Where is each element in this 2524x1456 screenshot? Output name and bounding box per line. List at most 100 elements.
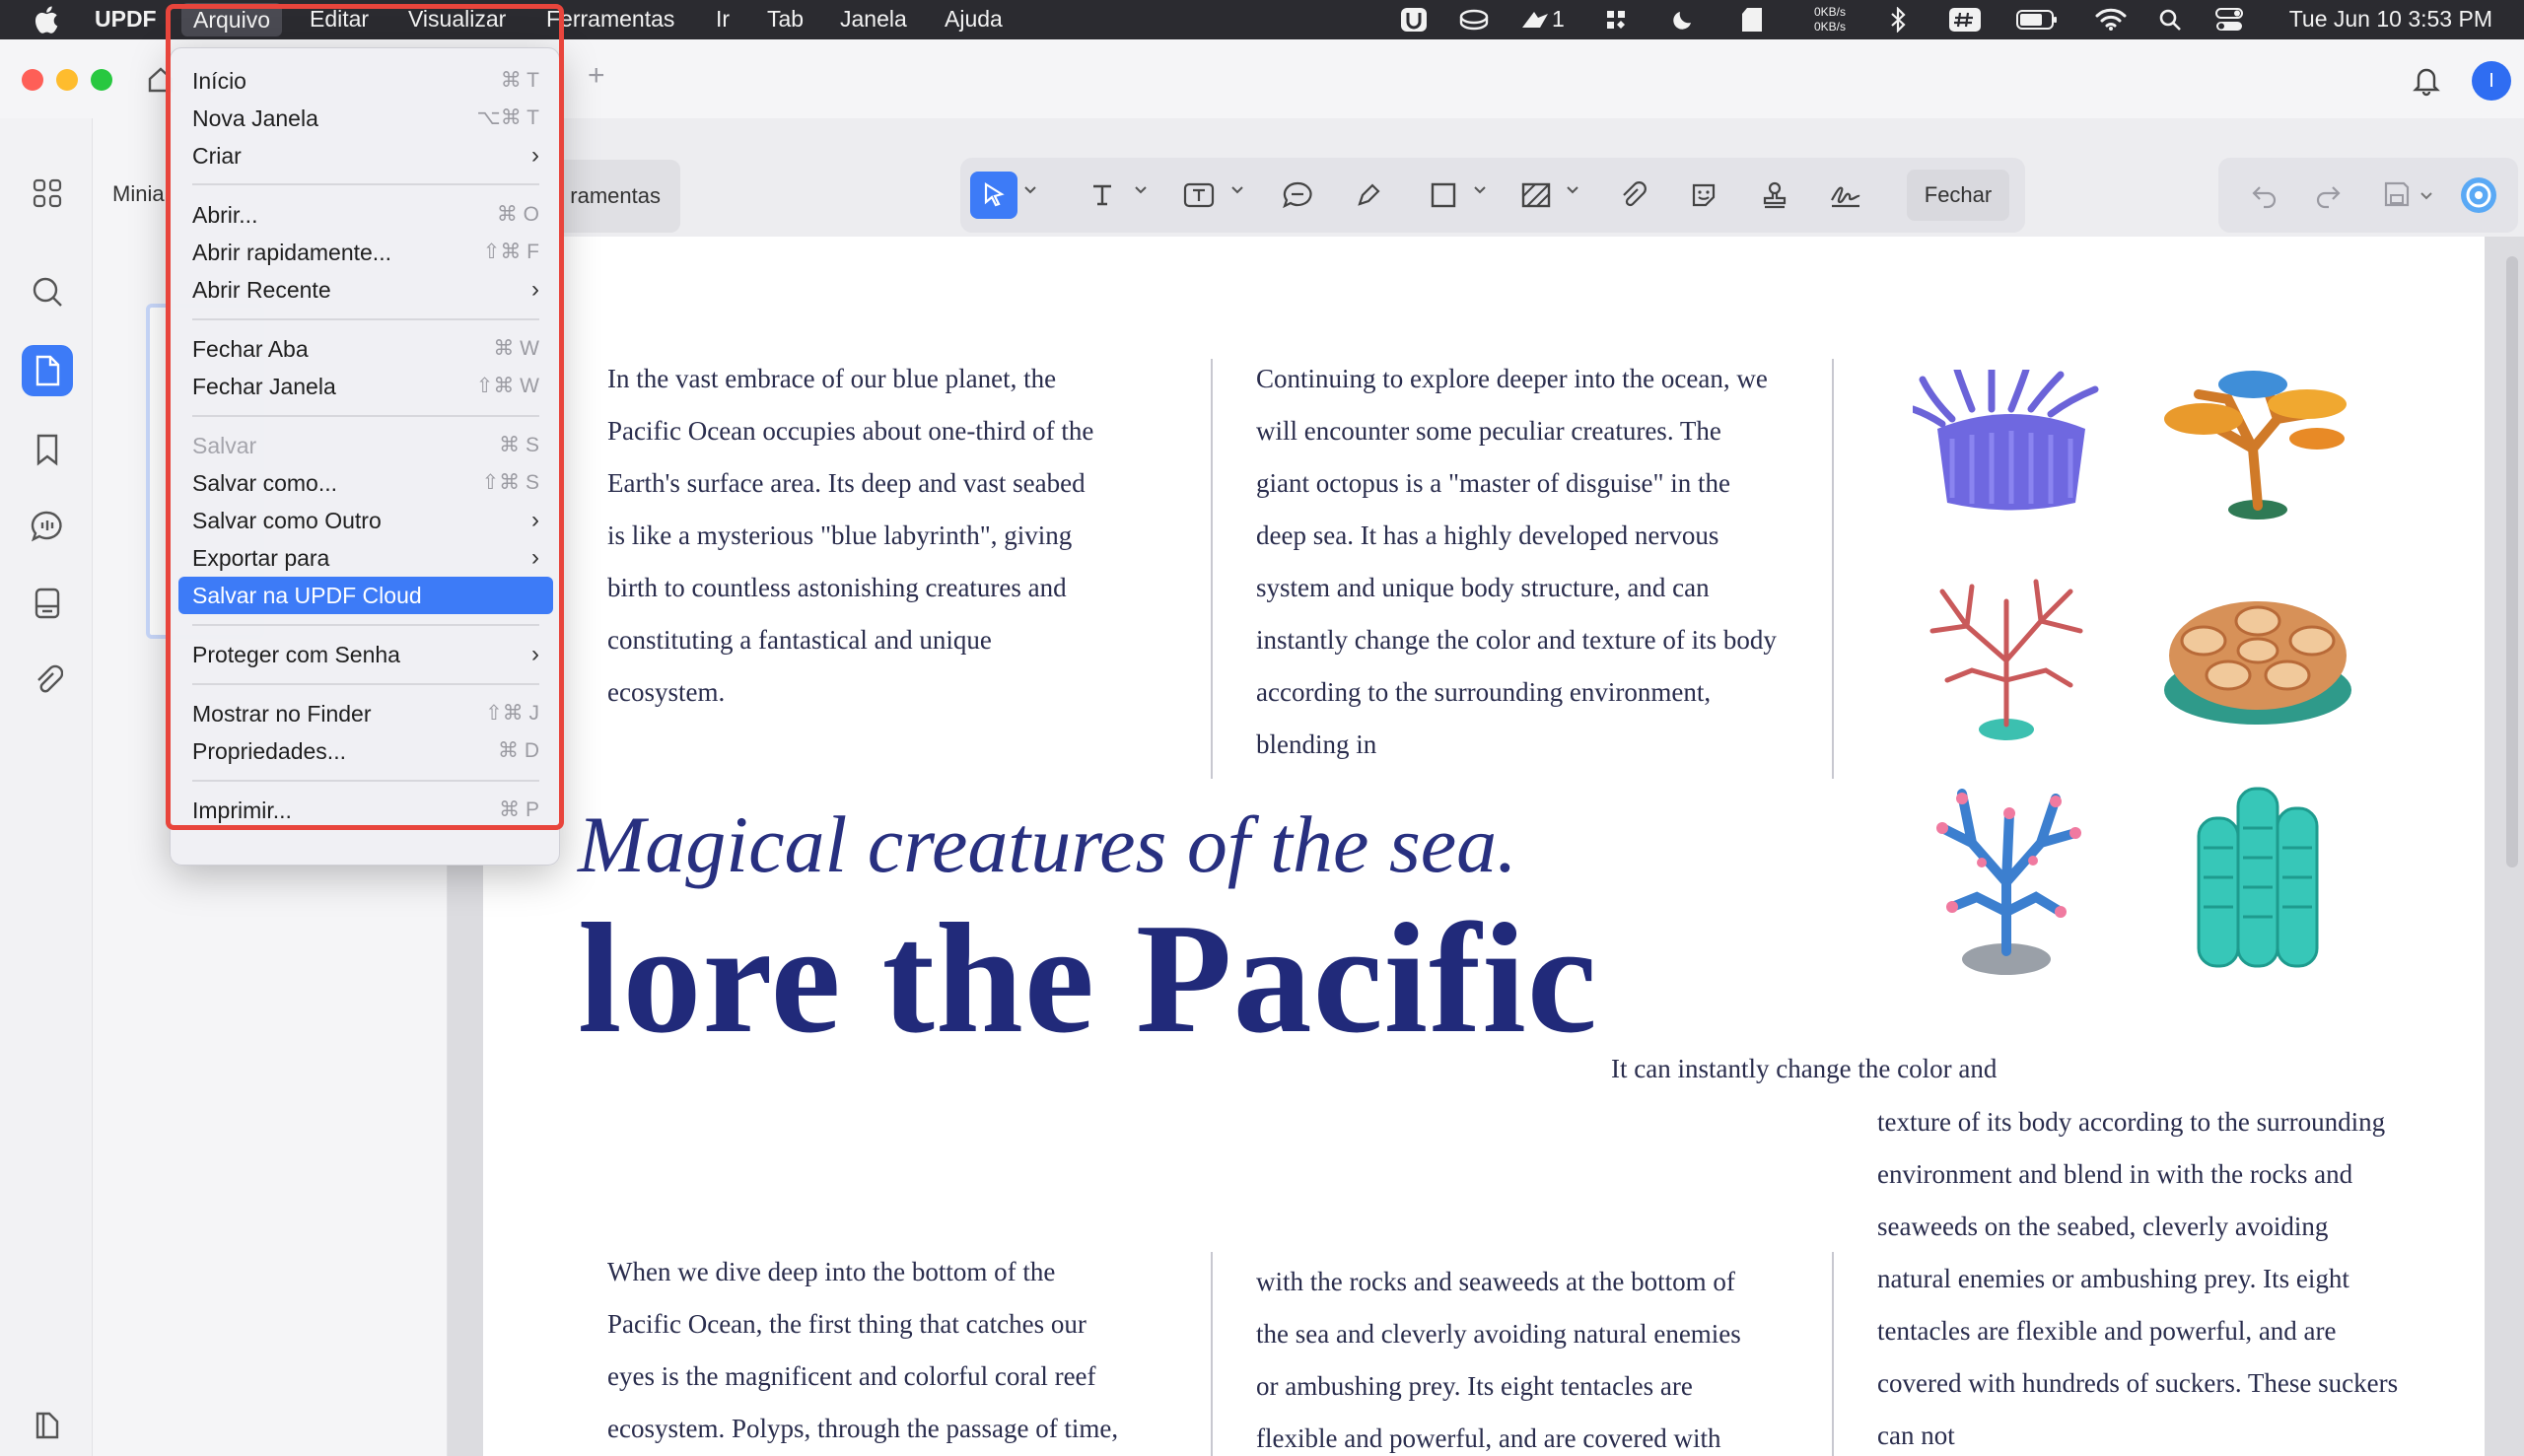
rail-bookmarks-button[interactable] (22, 424, 73, 475)
rail-organize-button[interactable] (22, 578, 73, 629)
chevron-right-icon: › (531, 641, 539, 667)
chevron-down-icon[interactable] (1473, 183, 1487, 197)
updf-status-icon[interactable] (1398, 7, 1430, 33)
save-icon[interactable] (2382, 179, 2412, 209)
menu-editar[interactable]: Editar (310, 6, 369, 33)
spotlight-search-icon[interactable] (2155, 7, 2185, 33)
coral-anemone-image (1913, 370, 2099, 511)
menu-ajuda[interactable]: Ajuda (945, 6, 1003, 33)
coral-cup-image (2164, 601, 2351, 725)
menu-item-abrir-recente[interactable]: Abrir Recente › (178, 271, 553, 309)
menu-separator (192, 318, 539, 320)
paperclip-icon (37, 664, 63, 693)
text-column-1-bottom: When we dive deep into the bottom of the… (607, 1257, 1119, 1443)
menu-arquivo[interactable]: Arquivo (181, 3, 282, 36)
menu-item-imprimir[interactable]: Imprimir... ⌘ P (178, 792, 553, 829)
battery-icon[interactable] (2015, 7, 2059, 33)
menu-item-criar[interactable]: Criar › (178, 137, 553, 174)
rail-comments-button[interactable] (22, 501, 73, 552)
tools-tab[interactable]: ramentas (542, 160, 680, 233)
sticker-tool[interactable] (1680, 172, 1727, 219)
pencil-tool[interactable] (1345, 172, 1392, 219)
chevron-right-icon: › (531, 507, 539, 533)
menu-janela[interactable]: Janela (840, 6, 907, 33)
menu-item-mostrar-no-finder[interactable]: Mostrar no Finder ⇧⌘ J (178, 695, 553, 732)
drive-status-icon[interactable] (1457, 7, 1491, 33)
speech-bubble-icon (1283, 181, 1312, 209)
menu-visualizar[interactable]: Visualizar (408, 6, 506, 33)
rail-thumbnails-button[interactable] (22, 345, 73, 396)
column-divider (1832, 1252, 1834, 1456)
menu-ir[interactable]: Ir (716, 6, 730, 33)
ai-assistant-icon[interactable] (2459, 175, 2498, 215)
history-toolbar (2218, 158, 2518, 233)
updf-window: + I Minia ramentas Fechar In the vast em… (0, 39, 2524, 1456)
zoom-window-button[interactable] (91, 69, 112, 91)
redo-icon[interactable] (2313, 181, 2343, 209)
grid-status-icon[interactable] (1599, 7, 1633, 33)
menu-item-fechar-janela[interactable]: Fechar Janela ⇧⌘ W (178, 368, 553, 405)
control-center-icon[interactable] (2212, 7, 2246, 33)
apple-icon[interactable] (32, 4, 59, 35)
menu-ferramentas[interactable]: Ferramentas (546, 6, 674, 33)
undo-icon[interactable] (2250, 181, 2279, 209)
rail-search-button[interactable] (22, 266, 73, 317)
chevron-down-icon[interactable] (2419, 189, 2433, 203)
menu-separator (192, 624, 539, 626)
chevron-right-icon: › (531, 142, 539, 169)
menu-item-proteger-com-senha[interactable]: Proteger com Senha › (178, 636, 553, 673)
sd-card-status-icon[interactable] (1737, 7, 1767, 33)
hashtag-status-icon[interactable] (1946, 7, 1984, 33)
column-divider (1832, 359, 1834, 779)
rail-apps-button[interactable] (22, 168, 73, 219)
chevron-down-icon[interactable] (1566, 183, 1579, 197)
new-tab-button[interactable]: + (588, 59, 605, 93)
text-t-icon (1093, 184, 1111, 206)
vertical-scrollbar[interactable] (2506, 256, 2518, 867)
menu-item-salvar-na-updf-cloud[interactable]: Salvar na UPDF Cloud (178, 577, 553, 614)
menu-item-abrir-rapidamente[interactable]: Abrir rapidamente... ⇧⌘ F (178, 234, 553, 271)
menu-item-salvar-como-outro[interactable]: Salvar como Outro › (178, 502, 553, 539)
moon-status-icon[interactable] (1666, 7, 1700, 33)
chevron-down-icon[interactable] (1134, 183, 1148, 197)
menu-item-abrir[interactable]: Abrir... ⌘ O (178, 196, 553, 234)
chevron-down-icon[interactable] (1023, 183, 1037, 197)
textbox-tool[interactable] (1175, 172, 1223, 219)
close-window-button[interactable] (22, 69, 43, 91)
menubar-clock[interactable]: Tue Jun 10 3:53 PM (2289, 6, 2492, 33)
sticker-icon (1692, 183, 1716, 207)
menu-tab[interactable]: Tab (767, 6, 804, 33)
stamp-tool[interactable] (1751, 172, 1798, 219)
close-toolbar-button[interactable]: Fechar (1907, 170, 2009, 221)
text-tool[interactable] (1079, 172, 1126, 219)
network-speed: 0KB/s 0KB/s (1813, 5, 1846, 34)
menu-separator (192, 183, 539, 185)
shape-tool[interactable] (1420, 172, 1467, 219)
redact-tool[interactable] (1512, 172, 1560, 219)
menu-item-propriedades[interactable]: Propriedades... ⌘ D (178, 732, 553, 770)
app-menu-updf[interactable]: UPDF (95, 6, 157, 33)
bell-icon[interactable] (2410, 63, 2443, 97)
user-avatar[interactable]: I (2472, 61, 2511, 101)
menu-item-fechar-aba[interactable]: Fechar Aba ⌘ W (178, 330, 553, 368)
section-subtitle: Magical creatures of the sea. (578, 799, 1517, 889)
rail-attachments-button[interactable] (22, 655, 73, 706)
menu-item-exportar-para[interactable]: Exportar para › (178, 539, 553, 577)
wifi-icon[interactable] (2094, 7, 2128, 33)
select-tool[interactable] (970, 172, 1017, 219)
bird-status-icon[interactable] (1518, 7, 1552, 33)
rail-sidebar-toggle-button[interactable] (22, 1400, 73, 1451)
chevron-down-icon[interactable] (1230, 183, 1244, 197)
menu-item-inicio[interactable]: Início ⌘ T (178, 62, 553, 100)
bookmark-icon (36, 434, 58, 466)
macos-menu-bar: UPDF Arquivo Editar Visualizar Ferrament… (0, 0, 2524, 39)
attachment-tool[interactable] (1609, 172, 1656, 219)
signature-tool[interactable] (1822, 172, 1869, 219)
text-column-2-bottom: with the rocks and seaweeds at the botto… (1256, 1267, 1741, 1453)
comment-tool[interactable] (1274, 172, 1321, 219)
menu-item-nova-janela[interactable]: Nova Janela ⌥⌘ T (178, 100, 553, 137)
document-viewer[interactable]: In the vast embrace of our blue planet, … (448, 237, 2524, 1456)
bluetooth-icon[interactable] (1887, 7, 1909, 33)
minimize-window-button[interactable] (56, 69, 78, 91)
menu-item-salvar-como[interactable]: Salvar como... ⇧⌘ S (178, 464, 553, 502)
